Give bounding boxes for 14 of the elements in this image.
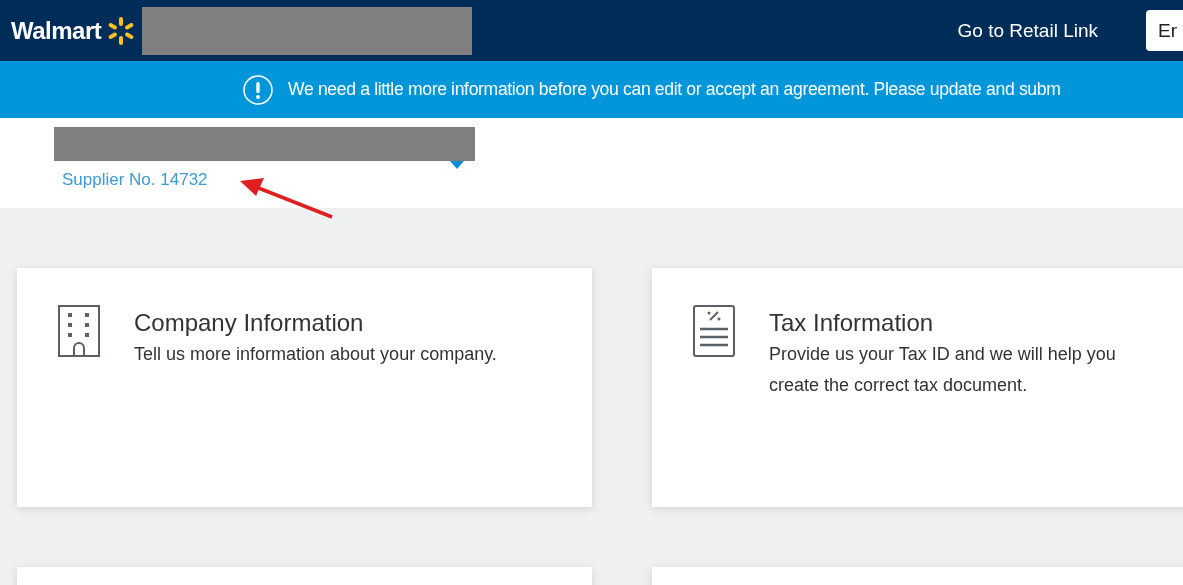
banner-message: We need a little more information before you can edit or accept an agreement. Please update and subm — [288, 79, 1061, 100]
header-button[interactable]: Er — [1146, 10, 1183, 51]
card-description: Provide us your Tax ID and we will help you create the correct tax document. — [769, 343, 1117, 397]
card-description: Tell us more information about your company. — [134, 343, 498, 366]
building-icon — [58, 305, 100, 357]
retail-link[interactable]: Go to Retail Link — [957, 19, 1098, 42]
card-title: Company Information — [134, 309, 365, 337]
tax-document-icon — [693, 305, 735, 357]
alert-icon — [243, 74, 273, 105]
info-card[interactable]: Company Information Tell us more information about your company. — [17, 268, 592, 507]
logo[interactable]: Walmart — [11, 16, 102, 45]
supplier-number: Supplier No. 14732 — [62, 170, 208, 190]
info-card[interactable]: Tax Information Provide us your Tax ID and we will help you create the correct tax document. — [652, 268, 1183, 507]
card-title: Tax Information — [769, 309, 935, 337]
